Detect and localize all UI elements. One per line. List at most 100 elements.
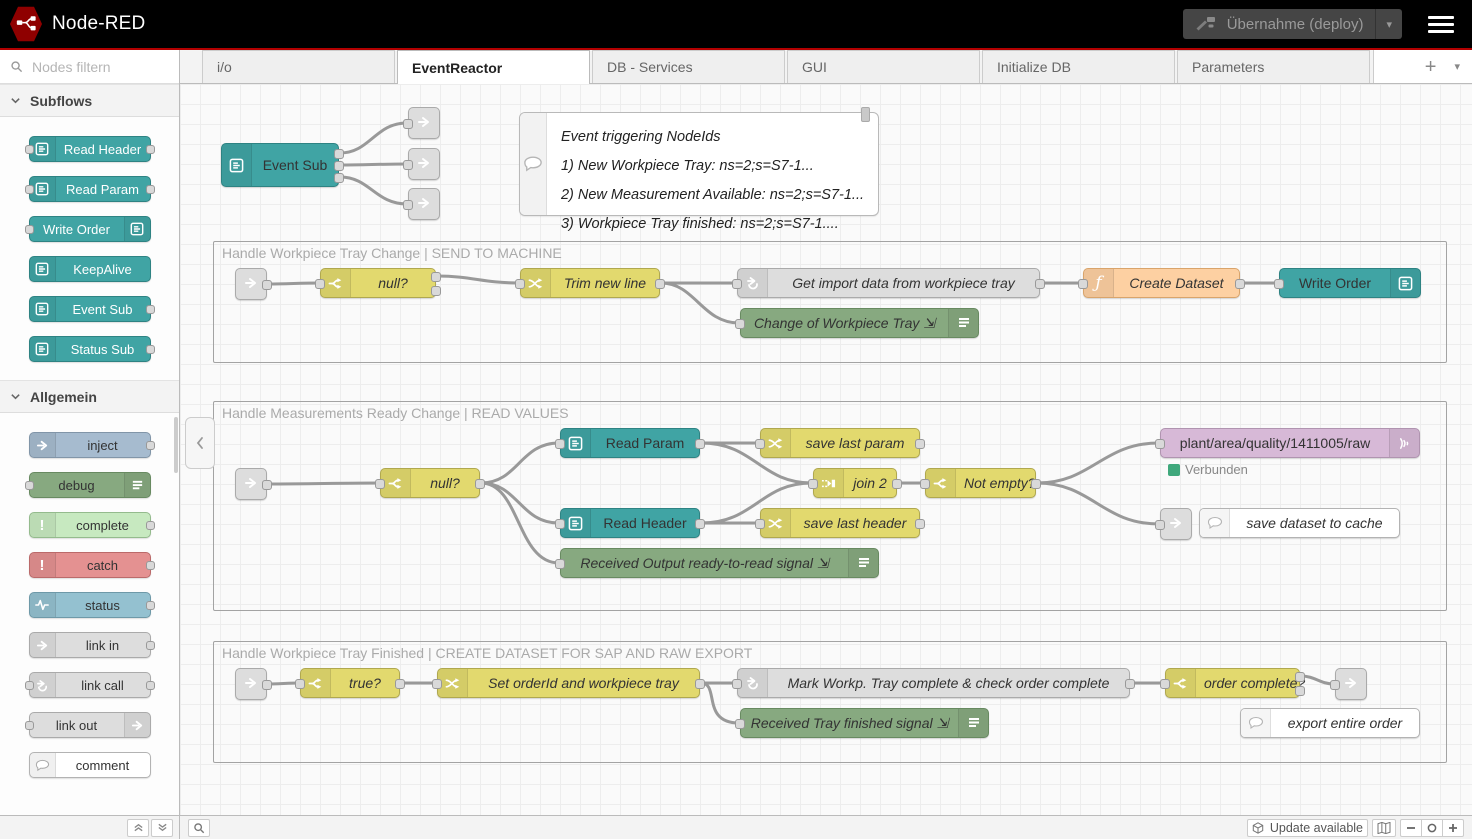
port-in[interactable] (1274, 279, 1284, 289)
node-link-in[interactable] (235, 668, 267, 700)
deploy-button[interactable]: Übernahme (deploy) ▾ (1183, 9, 1402, 39)
palette-scrollbar[interactable] (174, 417, 178, 473)
tab-parameters[interactable]: Parameters (1177, 50, 1370, 83)
port-out[interactable] (146, 641, 155, 650)
palette-node-link-call[interactable]: link call (29, 672, 151, 698)
port-in[interactable] (1330, 680, 1340, 690)
node-link-in[interactable] (235, 468, 267, 500)
node-link-out[interactable] (1160, 508, 1192, 540)
flow-group-tray-finished[interactable]: Handle Workpiece Tray Finished | CREATE … (213, 641, 1447, 763)
deploy-options-caret[interactable]: ▾ (1375, 9, 1402, 39)
port-in[interactable] (920, 479, 930, 489)
port-in[interactable] (1155, 520, 1165, 530)
node-switch-null[interactable]: null? (320, 268, 436, 298)
port-out[interactable] (395, 679, 405, 689)
port-out[interactable] (146, 601, 155, 610)
canvas-search-button[interactable] (188, 819, 210, 837)
node-link-call-get-import[interactable]: Get import data from workpiece tray (737, 268, 1040, 298)
node-switch-null[interactable]: null? (380, 468, 480, 498)
port-out[interactable] (262, 680, 272, 690)
port-in[interactable] (25, 225, 34, 234)
port-in[interactable] (732, 279, 742, 289)
port-in[interactable] (735, 719, 745, 729)
node-function-create-dataset[interactable]: ƒ Create Dataset (1083, 268, 1240, 298)
port-in[interactable] (515, 279, 525, 289)
port-out[interactable] (915, 519, 925, 529)
palette-node-read-param[interactable]: Read Param (29, 176, 151, 202)
palette-node-keepalive[interactable]: KeepAlive (29, 256, 151, 282)
palette-node-link-out[interactable]: link out (29, 712, 151, 738)
port-out[interactable] (695, 519, 705, 529)
palette-search[interactable] (0, 50, 179, 84)
palette-node-catch[interactable]: ! catch (29, 552, 151, 578)
port-out[interactable] (695, 439, 705, 449)
node-link-out[interactable] (1335, 668, 1367, 700)
port-out[interactable] (146, 521, 155, 530)
palette-node-comment[interactable]: comment (29, 752, 151, 778)
port-in[interactable] (25, 681, 34, 690)
port-in[interactable] (755, 519, 765, 529)
palette-node-event-sub[interactable]: Event Sub (29, 296, 151, 322)
port-in[interactable] (735, 319, 745, 329)
palette-node-status-sub[interactable]: Status Sub (29, 336, 151, 362)
palette-category-subflows[interactable]: Subflows (0, 84, 179, 117)
palette-node-read-header[interactable]: Read Header (29, 136, 151, 162)
palette-node-complete[interactable]: ! complete (29, 512, 151, 538)
port-out[interactable] (146, 305, 155, 314)
port-out[interactable] (655, 279, 665, 289)
node-change-save-last-header[interactable]: save last header (760, 508, 920, 538)
port-out[interactable] (146, 681, 155, 690)
port-out[interactable] (915, 439, 925, 449)
port-out[interactable] (1295, 672, 1305, 682)
palette-expand-all-button[interactable] (151, 819, 173, 837)
zoom-reset-button[interactable] (1421, 819, 1443, 837)
node-switch-true[interactable]: true? (300, 668, 400, 698)
node-subflow-read-header[interactable]: Read Header (560, 508, 700, 538)
port-in[interactable] (432, 679, 442, 689)
port-out[interactable] (146, 345, 155, 354)
navigator-button[interactable] (1372, 819, 1396, 837)
node-link-out[interactable] (408, 107, 440, 139)
palette-node-status[interactable]: status (29, 592, 151, 618)
port-in[interactable] (403, 200, 413, 210)
port-in[interactable] (555, 519, 565, 529)
port-in[interactable] (732, 679, 742, 689)
palette-category-allgemein[interactable]: Allgemein (0, 380, 179, 413)
tab-initialize-db[interactable]: Initialize DB (982, 50, 1175, 83)
port-in[interactable] (755, 439, 765, 449)
node-join-2[interactable]: join 2 (813, 468, 897, 498)
palette-collapse-all-button[interactable] (127, 819, 149, 837)
palette-node-inject[interactable]: inject (29, 432, 151, 458)
port-out[interactable] (1295, 686, 1305, 696)
port-in[interactable] (555, 559, 565, 569)
port-out[interactable] (262, 480, 272, 490)
port-out[interactable] (1125, 679, 1135, 689)
port-in[interactable] (25, 481, 34, 490)
port-out[interactable] (146, 145, 155, 154)
main-menu-button[interactable] (1428, 16, 1454, 33)
palette-node-debug[interactable]: debug (29, 472, 151, 498)
node-switch-not-empty[interactable]: Not empty? (925, 468, 1036, 498)
palette-node-write-order[interactable]: Write Order (29, 216, 151, 242)
node-debug-received-tray[interactable]: Received Tray finished signal ⇲ (740, 708, 989, 738)
node-link-in[interactable] (235, 268, 267, 300)
port-out[interactable] (475, 479, 485, 489)
tab-gui[interactable]: GUI (787, 50, 980, 83)
port-out[interactable] (1035, 279, 1045, 289)
port-in[interactable] (808, 479, 818, 489)
port-out[interactable] (146, 441, 155, 450)
zoom-out-button[interactable] (1400, 819, 1422, 837)
port-in[interactable] (555, 439, 565, 449)
comment-node-export-order[interactable]: export entire order (1240, 708, 1420, 738)
port-in[interactable] (315, 279, 325, 289)
flow-canvas[interactable]: Event Sub Event (180, 84, 1472, 815)
port-out[interactable] (431, 286, 441, 296)
port-in[interactable] (1078, 279, 1088, 289)
port-out[interactable] (334, 173, 344, 183)
comment-node-save-dataset[interactable]: save dataset to cache (1199, 508, 1400, 538)
port-out[interactable] (334, 149, 344, 159)
node-switch-order-complete[interactable]: order complete? (1165, 668, 1300, 698)
port-out[interactable] (892, 479, 902, 489)
node-change-save-last-param[interactable]: save last param (760, 428, 920, 458)
node-subflow-write-order[interactable]: Write Order (1279, 268, 1421, 298)
